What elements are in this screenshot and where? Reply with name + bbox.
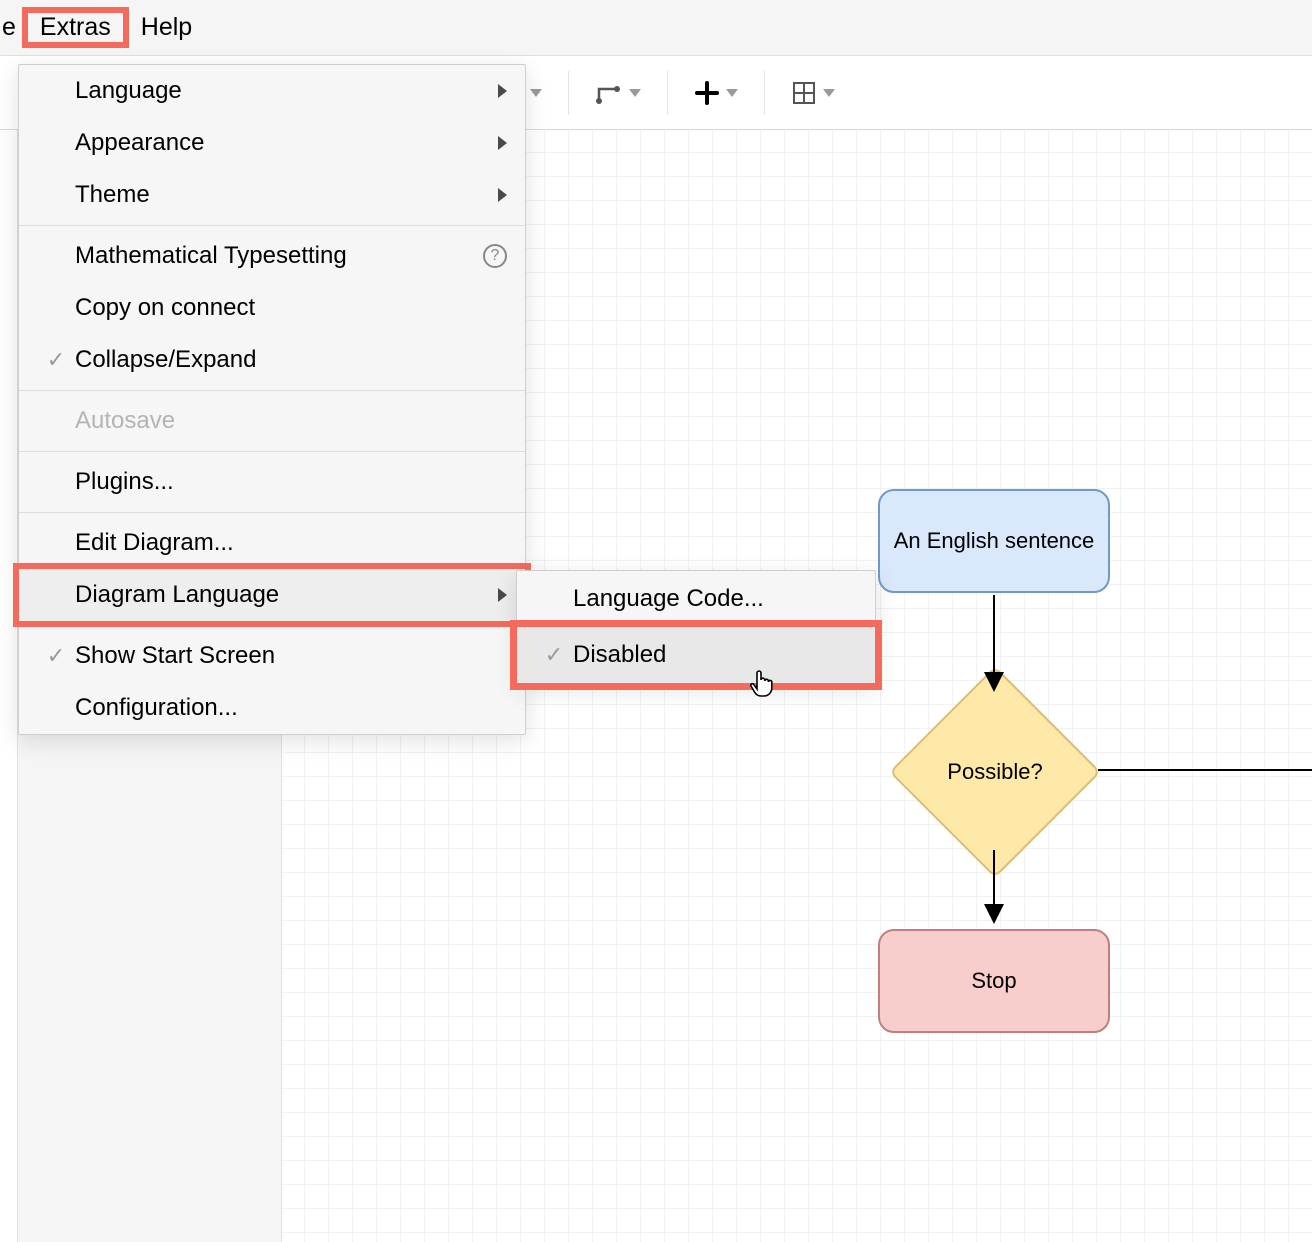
menubar-item-extras[interactable]: Extras [28,3,123,51]
dropdown-caret-icon [823,89,835,97]
menu-label: Appearance [75,129,498,157]
submenu-arrow-icon [498,84,507,98]
menu-item-configuration[interactable]: Configuration... [19,682,525,734]
grid-icon [791,80,817,106]
node-stop[interactable]: Stop [878,929,1110,1033]
menu-item-theme[interactable]: Theme [19,169,525,221]
diagram-language-submenu: Language Code... ✓ Disabled [516,570,876,684]
menu-label: Diagram Language [75,581,498,609]
menu-item-math-typesetting[interactable]: Mathematical Typesetting ? [19,230,525,282]
menu-separator [19,390,525,391]
toolbar-separator [667,71,668,115]
toolbar-separator [568,71,569,115]
menu-label: Theme [75,181,498,209]
check-icon: ✓ [535,642,573,668]
menu-item-collapse-expand[interactable]: ✓ Collapse/Expand [19,334,525,386]
menu-item-appearance[interactable]: Appearance [19,117,525,169]
plus-icon [694,80,720,106]
node-possible-label: Possible? [920,697,1070,847]
extras-menu: Language Appearance Theme Mathematical T… [18,64,526,735]
menu-separator [19,451,525,452]
table-button[interactable] [791,80,835,106]
check-icon: ✓ [37,643,75,669]
submenu-item-disabled[interactable]: ✓ Disabled [517,627,875,683]
highlight-disabled-option: ✓ Disabled [510,620,882,690]
dropdown-caret-icon[interactable] [530,89,542,97]
dropdown-caret-icon [629,89,641,97]
insert-button[interactable] [694,80,738,106]
menubar-prev-fragment: e [0,3,22,52]
dropdown-caret-icon [726,89,738,97]
menu-item-edit-diagram[interactable]: Edit Diagram... [19,517,525,569]
submenu-arrow-icon [498,188,507,202]
menu-item-language[interactable]: Language [19,65,525,117]
help-icon[interactable]: ? [483,244,507,268]
menu-separator [19,512,525,513]
node-english-sentence[interactable]: An English sentence [878,489,1110,593]
menu-item-show-start-screen[interactable]: ✓ Show Start Screen [19,630,525,682]
menu-label: Configuration... [75,694,507,722]
menu-label: Disabled [573,641,855,669]
decision-text: Possible? [947,759,1042,785]
highlight-extras-menu: Extras [22,7,129,48]
menu-label: Plugins... [75,468,507,496]
menu-item-plugins[interactable]: Plugins... [19,456,525,508]
menubar-item-help[interactable]: Help [129,3,204,52]
menu-label: Show Start Screen [75,642,507,670]
menu-label: Copy on connect [75,294,507,322]
node-label: An English sentence [894,528,1095,554]
menu-item-autosave: Autosave [19,395,525,447]
menu-label: Language [75,77,498,105]
menu-item-diagram-language[interactable]: Diagram Language [13,563,531,627]
waypoint-style-button[interactable] [595,79,641,107]
menubar: e Extras Help [0,0,1312,56]
menu-label: Edit Diagram... [75,529,507,557]
menu-label: Language Code... [573,585,855,613]
check-icon: ✓ [37,347,75,373]
waypoint-icon [595,79,623,107]
menu-item-copy-on-connect[interactable]: Copy on connect [19,282,525,334]
left-edge-strip [0,130,18,1242]
menu-label: Mathematical Typesetting [75,242,475,270]
menu-label: Collapse/Expand [75,346,507,374]
submenu-arrow-icon [498,136,507,150]
toolbar-separator [764,71,765,115]
node-label: Stop [971,968,1016,994]
submenu-item-language-code[interactable]: Language Code... [517,571,875,627]
menu-label: Autosave [75,407,507,435]
menu-separator [19,225,525,226]
submenu-arrow-icon [498,588,507,602]
